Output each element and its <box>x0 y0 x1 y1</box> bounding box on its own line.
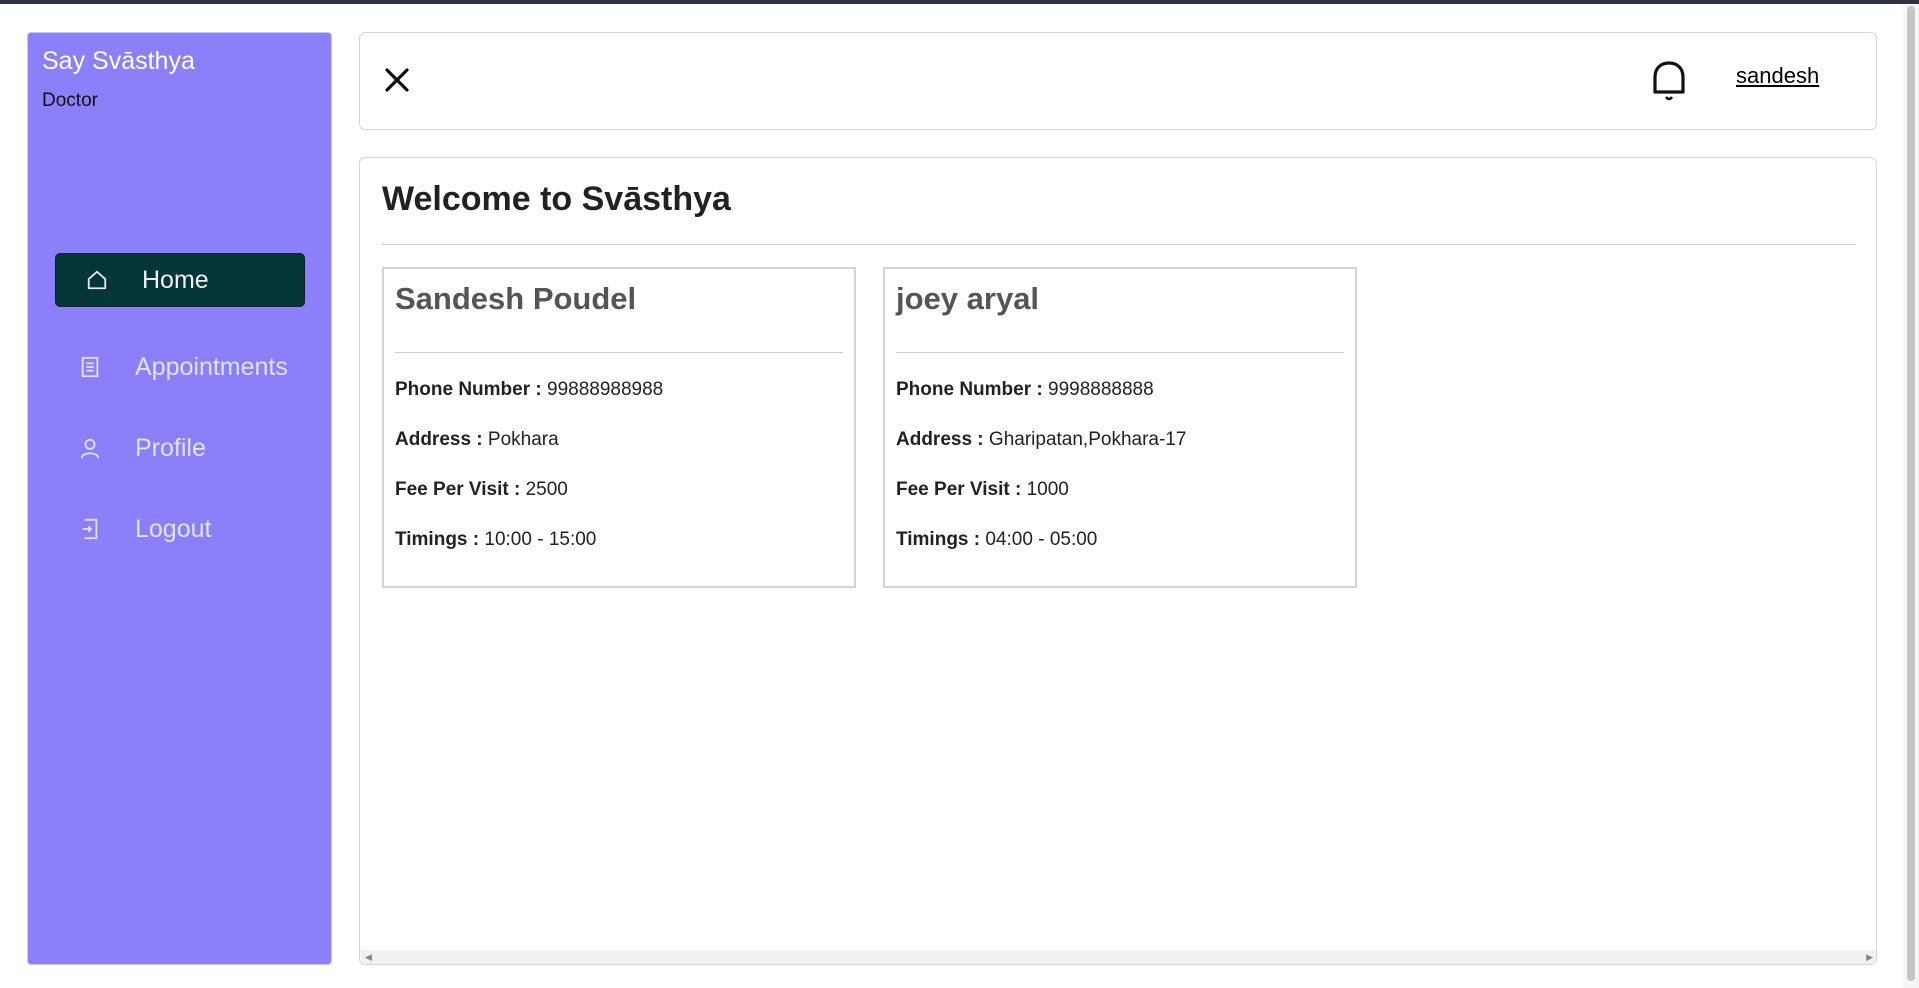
address-label: Address : <box>896 429 984 450</box>
vertical-scrollbar[interactable] <box>1903 4 1919 988</box>
doctor-name: joey aryal <box>896 281 1040 316</box>
fee-label: Fee Per Visit : <box>395 479 521 500</box>
sidebar-item-label: Logout <box>135 514 212 543</box>
phone-row: Phone Number : 99888988988 <box>395 379 663 401</box>
timings-label: Timings : <box>395 529 480 550</box>
scroll-right-arrow-icon[interactable]: ▶ <box>1866 952 1873 963</box>
address-value: Pokhara <box>487 429 559 450</box>
fee-row: Fee Per Visit : 1000 <box>896 479 1069 501</box>
doctor-card[interactable]: joey aryal Phone Number : 9998888888 Add… <box>883 267 1357 588</box>
home-icon <box>86 269 108 291</box>
divider <box>896 352 1344 353</box>
timings-row: Timings : 10:00 - 15:00 <box>395 529 596 551</box>
phone-row: Phone Number : 9998888888 <box>896 379 1154 401</box>
fee-value: 2500 <box>525 479 568 500</box>
doctor-name: Sandesh Poudel <box>395 281 637 316</box>
page-title: Welcome to Svāsthya <box>382 180 731 218</box>
scrollbar-thumb[interactable] <box>1907 6 1915 981</box>
browser-top-strip <box>0 0 1919 4</box>
brand-name: Say Svāsthya <box>42 47 195 75</box>
sidebar-item-appointments[interactable]: Appointments <box>55 340 305 394</box>
top-header: sandesh <box>359 32 1877 130</box>
address-value: Gharipatan,Pokhara-17 <box>988 429 1187 450</box>
phone-label: Phone Number : <box>896 379 1043 400</box>
divider <box>382 244 1856 245</box>
sidebar: Say Svāsthya Doctor Home Appointments Pr… <box>27 32 332 965</box>
document-list-icon <box>79 356 101 378</box>
timings-value: 10:00 - 15:00 <box>484 529 597 550</box>
sidebar-item-label: Appointments <box>135 352 288 381</box>
user-icon <box>79 437 101 459</box>
phone-value: 99888988988 <box>547 379 664 400</box>
address-row: Address : Gharipatan,Pokhara-17 <box>896 429 1186 451</box>
logout-icon <box>79 518 101 540</box>
main-content: Welcome to Svāsthya Sandesh Poudel Phone… <box>359 157 1877 965</box>
timings-row: Timings : 04:00 - 05:00 <box>896 529 1097 551</box>
close-icon[interactable] <box>382 65 412 95</box>
address-label: Address : <box>395 429 483 450</box>
sidebar-item-home[interactable]: Home <box>55 253 305 307</box>
sidebar-item-profile[interactable]: Profile <box>55 421 305 475</box>
sidebar-item-logout[interactable]: Logout <box>55 502 305 556</box>
user-role: Doctor <box>42 90 98 111</box>
fee-value: 1000 <box>1026 479 1069 500</box>
fee-label: Fee Per Visit : <box>896 479 1022 500</box>
divider <box>395 352 843 353</box>
phone-value: 9998888888 <box>1048 379 1154 400</box>
username-link[interactable]: sandesh <box>1736 63 1819 89</box>
bell-icon[interactable] <box>1650 59 1688 103</box>
fee-row: Fee Per Visit : 2500 <box>395 479 568 501</box>
phone-label: Phone Number : <box>395 379 542 400</box>
timings-label: Timings : <box>896 529 981 550</box>
sidebar-item-label: Home <box>142 265 209 294</box>
scroll-left-arrow-icon[interactable]: ◀ <box>365 952 372 963</box>
horizontal-scrollbar[interactable]: ◀ ▶ <box>361 950 1876 964</box>
doctor-card[interactable]: Sandesh Poudel Phone Number : 9988898898… <box>382 267 856 588</box>
timings-value: 04:00 - 05:00 <box>985 529 1098 550</box>
address-row: Address : Pokhara <box>395 429 559 451</box>
sidebar-item-label: Profile <box>135 433 206 462</box>
